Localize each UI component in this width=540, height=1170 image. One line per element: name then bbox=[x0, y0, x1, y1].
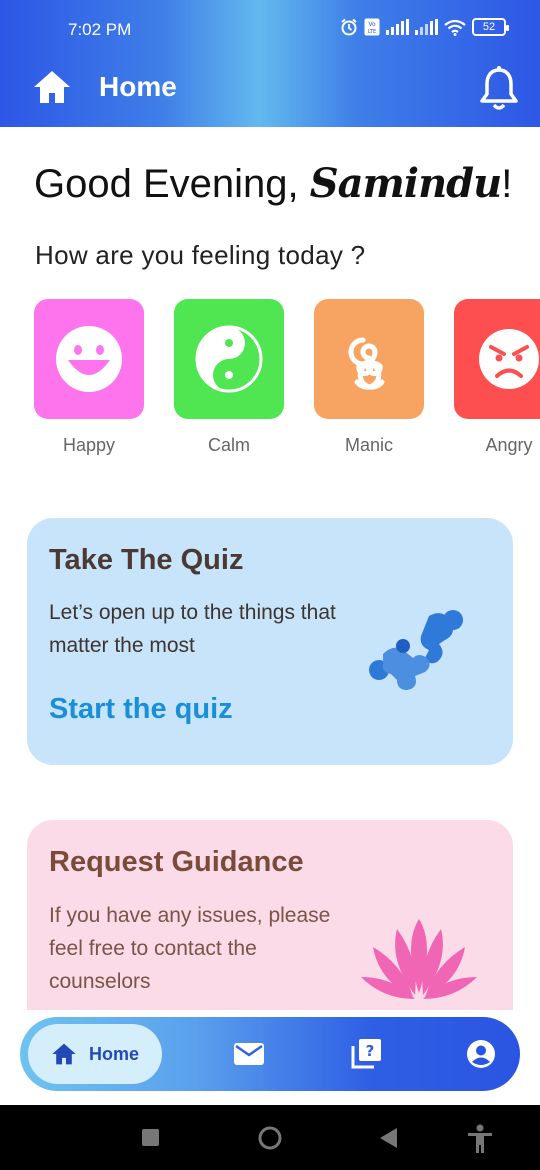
mood-calm-tile[interactable] bbox=[174, 299, 284, 419]
lotus-icon bbox=[361, 919, 477, 999]
quiz-icon[interactable]: ? bbox=[351, 1039, 381, 1069]
yin-yang-icon bbox=[195, 325, 263, 393]
mood-label: Manic bbox=[344, 435, 393, 455]
mail-icon[interactable] bbox=[234, 1043, 264, 1065]
alarm-icon bbox=[341, 18, 357, 36]
guidance-card: Request Guidance If you have any issues,… bbox=[27, 820, 513, 1010]
greeting-prefix: Good Evening, bbox=[34, 162, 310, 206]
accessibility-icon[interactable] bbox=[467, 1124, 493, 1154]
svg-text:?: ? bbox=[366, 1042, 375, 1060]
mood-label: Happy bbox=[62, 435, 116, 455]
system-nav-bar bbox=[0, 1105, 540, 1170]
quiz-card-title: Take The Quiz bbox=[49, 544, 244, 576]
mood-manic-tile[interactable] bbox=[314, 299, 424, 419]
mood-manic[interactable]: Manic bbox=[314, 299, 424, 456]
nav-home-label: Home bbox=[88, 1043, 139, 1064]
start-quiz-link[interactable]: Start the quiz bbox=[49, 693, 233, 726]
status-icons: Vo LTE 52 bbox=[340, 18, 509, 36]
smile-icon bbox=[56, 326, 122, 392]
mood-label: Calm bbox=[207, 435, 250, 455]
greeting-suffix: ! bbox=[501, 162, 513, 206]
status-time: 7:02 PM bbox=[68, 20, 132, 39]
page-title: Home bbox=[99, 71, 177, 102]
quiz-card-text: Let’s open up to the things that matter … bbox=[49, 601, 336, 657]
quiz-card: Take The Quiz Let’s open up to the thing… bbox=[27, 518, 513, 765]
mood-calm[interactable]: Calm bbox=[174, 299, 284, 456]
angry-face-icon bbox=[479, 329, 539, 389]
greeting: Good Evening, Samindu! bbox=[34, 160, 512, 207]
wifi-icon bbox=[444, 19, 466, 36]
profile-icon[interactable] bbox=[467, 1040, 495, 1068]
back-icon[interactable] bbox=[380, 1128, 398, 1148]
svg-text:LTE: LTE bbox=[368, 29, 376, 35]
recents-icon[interactable] bbox=[142, 1129, 159, 1146]
home-circle-icon[interactable] bbox=[258, 1126, 282, 1150]
bottom-nav: Home ? bbox=[20, 1017, 520, 1091]
signal-icon bbox=[386, 19, 409, 35]
mood-happy-tile[interactable] bbox=[34, 299, 144, 419]
guidance-card-title: Request Guidance bbox=[49, 846, 304, 878]
spiral-icon bbox=[348, 337, 385, 390]
user-name: Samindu bbox=[309, 160, 502, 207]
app-header: 7:02 PM Vo LTE 52 Home bbox=[0, 0, 540, 127]
home-icon[interactable] bbox=[32, 69, 72, 105]
feeling-question: How are you feeling today ? bbox=[35, 240, 366, 270]
mood-happy[interactable]: Happy bbox=[34, 299, 144, 456]
signal-icon bbox=[415, 19, 438, 35]
nav-home-button[interactable]: Home bbox=[28, 1024, 162, 1084]
battery-icon: 52 bbox=[472, 18, 509, 36]
mood-label: Angry bbox=[485, 435, 533, 455]
volte-icon: Vo LTE bbox=[364, 18, 380, 36]
home-icon bbox=[52, 1043, 76, 1065]
guidance-card-text: If you have any issues, please feel free… bbox=[49, 904, 331, 993]
puzzle-illustration-icon bbox=[369, 610, 463, 690]
bell-icon[interactable] bbox=[478, 66, 520, 112]
svg-text:Vo: Vo bbox=[368, 21, 376, 28]
mood-angry[interactable]: Angry bbox=[454, 299, 540, 456]
mood-angry-tile[interactable] bbox=[454, 299, 540, 419]
